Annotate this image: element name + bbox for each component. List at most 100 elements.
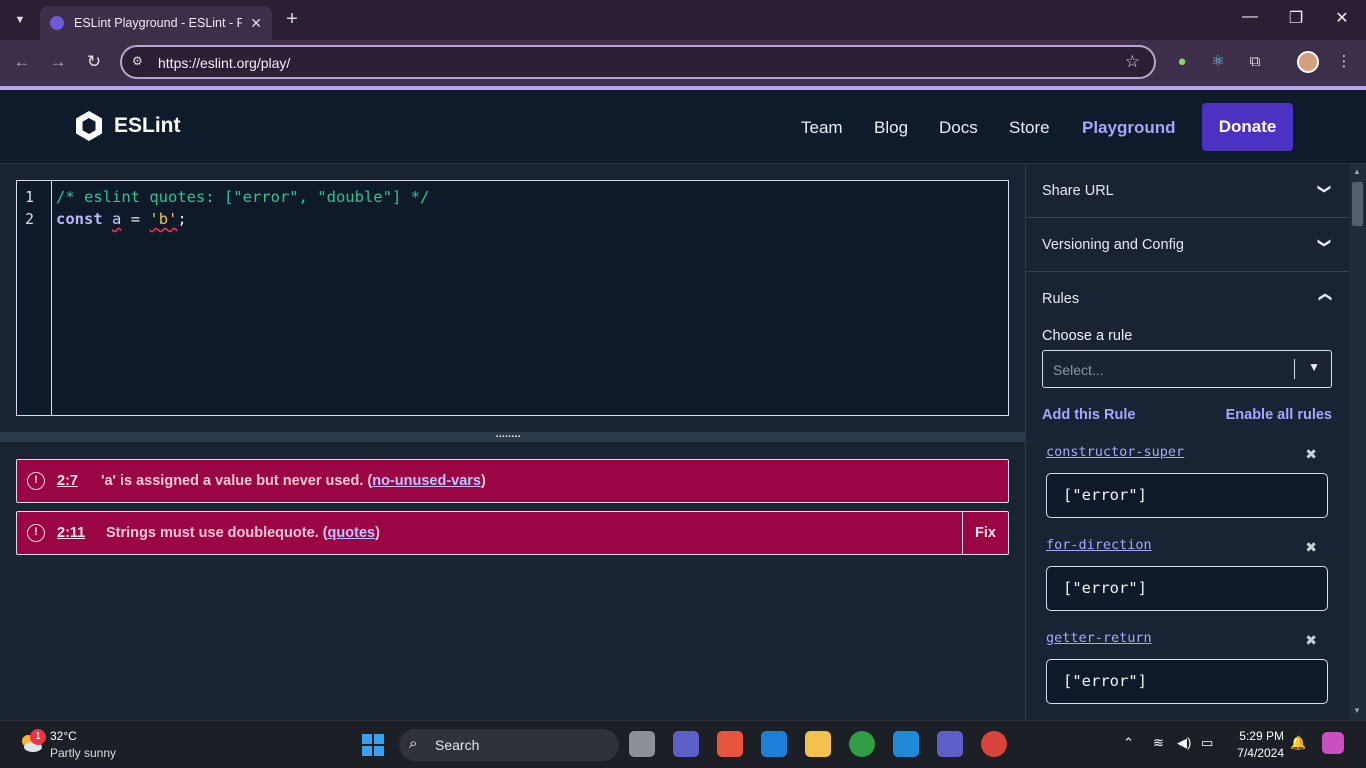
rule-config-input[interactable]: ["error"] — [1046, 566, 1328, 611]
window-close-icon[interactable]: ✕ — [1332, 8, 1352, 28]
teams-icon[interactable] — [937, 731, 963, 757]
lint-message: ! 2:7 'a' is assigned a value but never … — [16, 459, 1009, 503]
message-location[interactable]: 2:11 — [57, 525, 85, 541]
chevron-down-icon[interactable]: ▼ — [1308, 360, 1320, 374]
page-scrollbar[interactable]: ▲ ▼ — [1349, 164, 1366, 720]
section-title: Share URL — [1042, 183, 1114, 199]
notification-bell-icon[interactable]: 🔔 — [1290, 735, 1306, 751]
select-separator — [1294, 359, 1295, 379]
chevron-down-icon: ❯ — [1317, 183, 1333, 195]
file-explorer-icon[interactable] — [805, 731, 831, 757]
eslint-logo[interactable]: ESLint — [73, 110, 181, 142]
error-circle-icon: ! — [27, 524, 45, 542]
rule-name-link[interactable]: getter-return — [1046, 630, 1152, 646]
browser-toolbar: ← → ↻ ⚙ https://eslint.org/play/ ☆ ● ⚛ ⧉… — [0, 40, 1366, 86]
code-line-2[interactable]: const a = 'b'; — [56, 210, 187, 228]
remove-rule-icon[interactable]: ✖ — [1305, 539, 1317, 556]
url-text[interactable]: https://eslint.org/play/ — [158, 55, 290, 71]
brand-name: ESLint — [114, 114, 181, 137]
remove-rule-icon[interactable]: ✖ — [1305, 446, 1317, 463]
share-url-section[interactable]: Share URL ❯ — [1026, 164, 1349, 218]
message-text: Strings must use doublequote. (quotes) — [106, 525, 380, 541]
scroll-thumb[interactable] — [1352, 182, 1363, 226]
profile-avatar[interactable] — [1297, 51, 1319, 73]
chevron-down-icon: ❯ — [1317, 237, 1333, 249]
frog-extension-icon[interactable]: ● — [1172, 52, 1192, 72]
choose-rule-label: Choose a rule — [1042, 328, 1133, 344]
tray-overflow-icon[interactable]: ⌃ — [1123, 735, 1134, 751]
browser-tabbar: ▼ ESLint Playground - ESLint - Plu ✕ + —… — [0, 0, 1366, 40]
windows-taskbar: 1 32°C Partly sunny ⌕ Search ⌃ ≋ ◀) ▭ 5:… — [0, 720, 1366, 768]
teams-new-icon[interactable] — [673, 731, 699, 757]
scroll-up-icon[interactable]: ▲ — [1353, 167, 1361, 176]
tab-close-icon[interactable]: ✕ — [250, 15, 262, 32]
clock-date[interactable]: 7/4/2024 — [1220, 746, 1284, 760]
add-rule-button[interactable]: Add this Rule — [1042, 407, 1135, 423]
rule-doc-link[interactable]: quotes — [328, 525, 376, 541]
enable-all-rules-button[interactable]: Enable all rules — [1226, 407, 1332, 423]
copilot-icon[interactable] — [1322, 732, 1344, 754]
reload-icon[interactable]: ↻ — [83, 52, 105, 72]
line-number: 1 — [25, 188, 35, 206]
volume-icon[interactable]: ◀) — [1177, 735, 1191, 751]
mail-icon[interactable] — [761, 731, 787, 757]
code-editor[interactable]: 1 2 /* eslint quotes: ["error", "double"… — [16, 180, 1009, 416]
line-number: 2 — [25, 210, 35, 228]
resize-splitter[interactable]: ▪▪▪▪▪▪▪▪ — [0, 432, 1025, 442]
scroll-down-icon[interactable]: ▼ — [1353, 706, 1361, 715]
message-location[interactable]: 2:7 — [57, 473, 78, 489]
nav-playground[interactable]: Playground — [1082, 118, 1176, 138]
drag-handle-icon[interactable]: ▪▪▪▪▪▪▪▪ — [496, 434, 521, 440]
rule-config-value: ["error"] — [1063, 672, 1147, 690]
back-icon[interactable]: ← — [11, 52, 33, 72]
site-info-icon[interactable]: ⚙ — [132, 54, 148, 70]
rule-config-input[interactable]: ["error"] — [1046, 473, 1328, 518]
restore-icon[interactable]: ❐ — [1286, 8, 1306, 28]
taskbar-search[interactable]: ⌕ Search — [399, 729, 619, 761]
error-circle-icon: ! — [27, 472, 45, 490]
playground-main: 1 2 /* eslint quotes: ["error", "double"… — [0, 164, 1025, 720]
microsoft-store-icon[interactable] — [717, 731, 743, 757]
variable-token: a — [112, 210, 122, 228]
forward-icon[interactable]: → — [47, 52, 69, 72]
windows-start-icon[interactable] — [361, 733, 385, 757]
extensions-icon[interactable]: ⧉ — [1245, 52, 1265, 72]
message-body: Strings must use doublequote. — [106, 525, 319, 541]
battery-icon[interactable]: ▭ — [1201, 735, 1213, 751]
nav-team[interactable]: Team — [801, 118, 843, 138]
donate-button[interactable]: Donate — [1202, 103, 1293, 151]
chevron-up-icon: ❯ — [1316, 291, 1332, 303]
code-line-1[interactable]: /* eslint quotes: ["error", "double"] */ — [56, 188, 429, 206]
rule-config-value: ["error"] — [1063, 579, 1147, 597]
temperature[interactable]: 32°C — [50, 729, 77, 743]
nav-blog[interactable]: Blog — [874, 118, 908, 138]
minimize-icon[interactable]: — — [1240, 8, 1260, 26]
chrome-icon[interactable] — [849, 731, 875, 757]
new-tab-icon[interactable]: + — [282, 8, 302, 31]
keyword-token: const — [56, 210, 103, 228]
rule-name-link[interactable]: for-direction — [1046, 537, 1152, 553]
clock-time[interactable]: 5:29 PM — [1234, 729, 1284, 743]
task-view-icon[interactable] — [629, 731, 655, 757]
rule-select[interactable]: Select... ▼ — [1042, 350, 1332, 388]
rule-doc-link[interactable]: no-unused-vars — [372, 473, 481, 489]
tab-search-icon[interactable]: ▼ — [8, 8, 32, 32]
browser-tab[interactable]: ESLint Playground - ESLint - Plu ✕ — [40, 6, 272, 40]
weather-description[interactable]: Partly sunny — [50, 746, 116, 760]
fix-button[interactable]: Fix — [962, 512, 1008, 554]
rules-section[interactable]: Rules ❯ — [1026, 272, 1349, 326]
chrome-active-icon[interactable] — [981, 731, 1007, 757]
vscode-icon[interactable] — [893, 731, 919, 757]
remove-rule-icon[interactable]: ✖ — [1305, 632, 1317, 649]
wifi-icon[interactable]: ≋ — [1153, 735, 1164, 751]
nav-docs[interactable]: Docs — [939, 118, 978, 138]
rule-name-link[interactable]: constructor-super — [1046, 444, 1184, 460]
operator-token: = — [121, 210, 150, 228]
rule-config-input[interactable]: ["error"] — [1046, 659, 1328, 704]
versioning-config-section[interactable]: Versioning and Config ❯ — [1026, 218, 1349, 272]
address-bar[interactable]: ⚙ https://eslint.org/play/ ☆ — [120, 45, 1156, 79]
browser-menu-icon[interactable]: ⋮ — [1334, 52, 1354, 72]
nav-store[interactable]: Store — [1009, 118, 1050, 138]
bookmark-star-icon[interactable]: ☆ — [1125, 52, 1140, 72]
react-devtools-icon[interactable]: ⚛ — [1208, 52, 1228, 72]
